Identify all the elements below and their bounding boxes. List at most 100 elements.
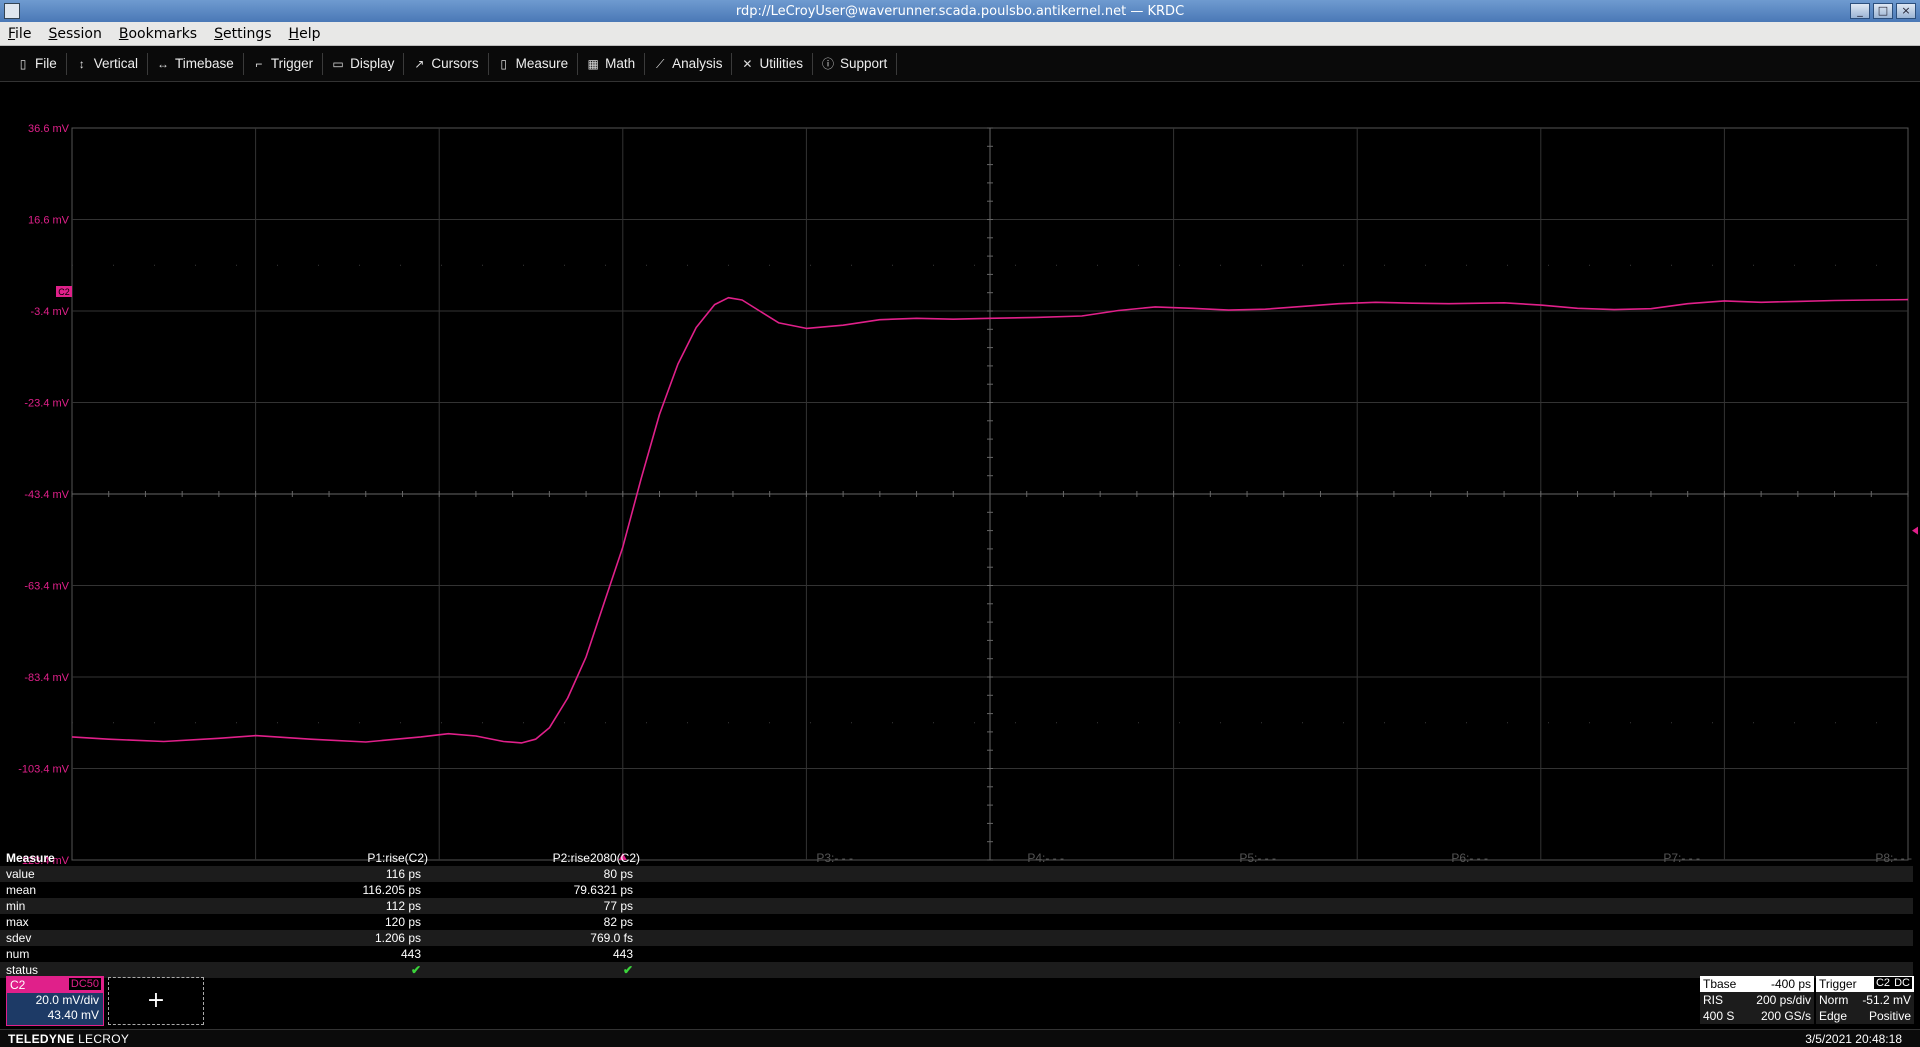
measure-param-header[interactable]: P2:rise2080(C2) xyxy=(553,851,640,865)
measure-icon: ▯ xyxy=(500,56,507,71)
scope-menu-math[interactable]: ▦ Math xyxy=(578,52,646,75)
trigger-source: C2 xyxy=(1873,977,1892,989)
measure-cell: 116.205 ps xyxy=(362,883,422,897)
trigger-icon: ⌐ xyxy=(255,56,263,71)
channel-coupling: DC50 xyxy=(68,978,101,990)
scope-screen: ▯ File ↕ Vertical ↔ Timebase ⌐ Trigger ▭ Display ↗… xyxy=(0,46,1920,1047)
scope-menu-trigger[interactable]: ⌐ Trigger xyxy=(244,52,324,75)
measure-param-header[interactable]: P6:- - - xyxy=(1451,851,1488,865)
measure-row-num: num 443 443 xyxy=(0,946,1913,962)
maximize-button[interactable]: □ xyxy=(1873,3,1893,19)
timebase-tdiv: 200 ps/div xyxy=(1756,993,1811,1007)
status-bar: TELEDYNE LECROY 3/5/2021 20:48:18 xyxy=(0,1029,1920,1047)
measure-cell: 112 ps xyxy=(385,899,421,913)
scope-menu-display[interactable]: ▭ Display xyxy=(323,52,405,75)
measure-cell: 443 xyxy=(400,947,421,961)
channel-descriptor[interactable]: C2 DC50 20.0 mV/div 43.40 mV xyxy=(6,976,104,1026)
measure-param-header[interactable]: P1:rise(C2) xyxy=(367,851,428,865)
channel-tag-label: C2 xyxy=(58,287,70,297)
measure-cell: 77 ps xyxy=(603,899,633,913)
measure-row-mean: mean 116.205 ps 79.6321 ps xyxy=(0,882,1913,898)
measure-row-label: mean xyxy=(6,883,37,897)
info-icon: ⓘ xyxy=(821,56,834,71)
scope-menubar: ▯ File ↕ Vertical ↔ Timebase ⌐ Trigger ▭ Display ↗… xyxy=(0,46,1920,82)
scope-menu-label: Display xyxy=(350,56,395,71)
measure-row-sdev: sdev 1.206 ps 769.0 fs xyxy=(0,930,1913,946)
measure-cell: 80 ps xyxy=(603,867,633,881)
scope-menu-utilities[interactable]: ✕ Utilities xyxy=(732,52,813,75)
measure-title: Measure xyxy=(6,851,55,865)
calculator-icon: ▦ xyxy=(587,56,599,71)
horizontal-arrows-icon: ↔ xyxy=(157,56,170,71)
measure-row-value: value 116 ps 80 ps xyxy=(0,866,1913,882)
measure-cell: 116 ps xyxy=(385,867,421,881)
wrench-icon: ✕ xyxy=(742,56,753,71)
measure-param-header[interactable]: P8:- - - xyxy=(1875,851,1912,865)
measure-row-label: status xyxy=(6,963,39,977)
scope-menu-label: Analysis xyxy=(672,56,723,71)
chart-icon: ⟋ xyxy=(655,56,665,71)
timebase-delay: -400 ps xyxy=(1770,977,1811,991)
trigger-mode: Norm xyxy=(1819,993,1849,1007)
measure-param-header[interactable]: P5:- - - xyxy=(1239,851,1276,865)
scope-menu-timebase[interactable]: ↔ Timebase xyxy=(148,52,244,75)
measure-cell: 443 xyxy=(612,947,633,961)
scope-menu-label: Trigger xyxy=(270,56,314,71)
trigger-level-marker xyxy=(1912,526,1918,535)
scope-menu-measure[interactable]: ▯ Measure xyxy=(489,52,579,75)
menu-session[interactable]: Session xyxy=(48,26,101,42)
status-datetime: 3/5/2021 20:48:18 xyxy=(1805,1032,1902,1046)
y-tick-label: 16.6 mV xyxy=(28,215,70,227)
scope-menu-label: Vertical xyxy=(93,56,139,71)
display-icon: ▭ xyxy=(332,56,344,71)
scope-menu-analysis[interactable]: ⟋ Analysis xyxy=(645,52,733,75)
vertical-arrows-icon: ↕ xyxy=(78,56,85,71)
trigger-slope: Positive xyxy=(1868,1009,1911,1023)
scope-menu-label: Utilities xyxy=(759,56,803,71)
measure-cell: 1.206 ps xyxy=(374,931,421,945)
measure-row-label: num xyxy=(6,947,30,961)
scope-menu-support[interactable]: ⓘ Support xyxy=(813,52,898,75)
measure-param-header[interactable]: P3:- - - xyxy=(816,851,853,865)
menu-help[interactable]: Help xyxy=(289,26,321,42)
measure-row-label: sdev xyxy=(6,931,32,945)
measure-row-label: value xyxy=(6,867,35,881)
scope-menu-file[interactable]: ▯ File xyxy=(8,52,67,75)
measure-header: Measure P1:rise(C2) P2:rise2080(C2) P3:- - … xyxy=(0,850,1920,866)
scope-menu-label: Measure xyxy=(515,56,569,71)
measure-cell: 120 ps xyxy=(384,915,421,929)
measure-cell: 82 ps xyxy=(603,915,633,929)
measure-param-header[interactable]: P4:- - - xyxy=(1027,851,1064,865)
cursor-icon: ↗ xyxy=(414,56,425,71)
waveform-svg: 36.6 mV 16.6 mV -3.4 mV -23.4 mV -43.4 mV -63… xyxy=(18,123,1918,877)
y-tick-label: 36.6 mV xyxy=(28,123,70,135)
measure-row-max: max 120 ps 82 ps xyxy=(0,914,1913,930)
window-titlebar: rdp://LeCroyUser@waverunner.scada.poulsb… xyxy=(0,0,1920,22)
trigger-descriptor[interactable]: Trigger C2 DC Norm -51.2 mV Edge Positiv… xyxy=(1816,976,1914,1026)
measure-param-header[interactable]: P7:- - - xyxy=(1663,851,1700,865)
measure-table[interactable]: Measure P1:rise(C2) P2:rise2080(C2) P3:- - … xyxy=(0,850,1920,980)
channel-vdiv: 20.0 mV/div xyxy=(35,993,99,1007)
measure-cell: 769.0 fs xyxy=(590,931,633,945)
menu-settings[interactable]: Settings xyxy=(214,26,271,42)
measure-row-min: min 112 ps 77 ps xyxy=(0,898,1913,914)
scope-menu-label: File xyxy=(35,56,57,71)
y-tick-label: -63.4 mV xyxy=(24,581,69,593)
scope-menu-vertical[interactable]: ↕ Vertical xyxy=(67,52,149,75)
y-tick-label: -103.4 mV xyxy=(18,764,69,776)
menu-bookmarks[interactable]: Bookmarks xyxy=(119,26,197,42)
window-menu-icon[interactable] xyxy=(4,3,20,19)
scope-menu-label: Cursors xyxy=(431,56,479,71)
scope-menu-cursors[interactable]: ↗ Cursors xyxy=(404,52,489,75)
trigger-coupling: DC xyxy=(1892,977,1912,989)
close-button[interactable]: × xyxy=(1896,3,1916,19)
timebase-descriptor[interactable]: Tbase -400 ps RIS 200 ps/div 400 S 200 G… xyxy=(1700,976,1814,1026)
y-tick-label: -43.4 mV xyxy=(24,489,69,501)
minimize-button[interactable]: _ xyxy=(1850,3,1870,19)
waveform-grid[interactable]: 36.6 mV 16.6 mV -3.4 mV -23.4 mV -43.4 mV -63… xyxy=(0,84,1920,884)
trigger-level: -51.2 mV xyxy=(1862,993,1911,1007)
menu-file[interactable]: File xyxy=(8,26,31,42)
measure-row-label: min xyxy=(6,899,26,913)
measure-cell: 79.6321 ps xyxy=(573,883,633,897)
add-trace-button[interactable]: + xyxy=(108,977,204,1025)
